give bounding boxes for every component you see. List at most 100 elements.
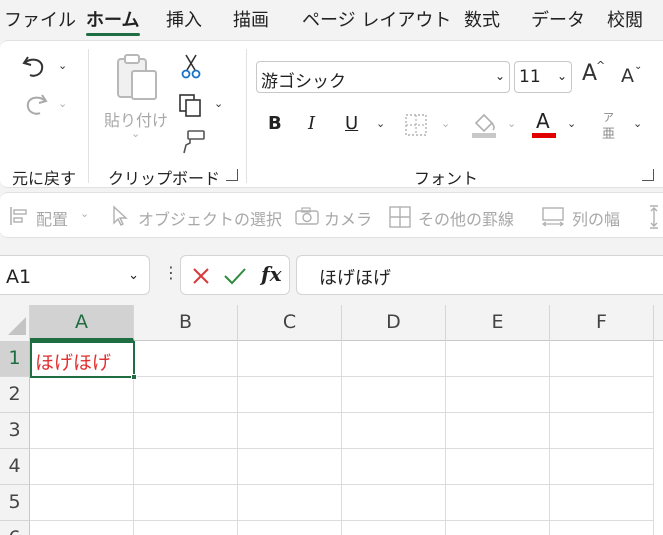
cell-f1[interactable] xyxy=(550,341,654,377)
row-header-5[interactable]: 5 xyxy=(0,485,30,521)
copy-dropdown-chevron-icon[interactable]: ⌄ xyxy=(214,97,223,110)
cell-b6[interactable] xyxy=(134,521,238,535)
fill-color-icon xyxy=(472,113,496,138)
tab-formulas[interactable]: 数式 xyxy=(464,6,500,32)
shrink-font-button[interactable]: A xyxy=(621,65,634,87)
grow-font-button[interactable]: A xyxy=(582,61,597,86)
enter-check-icon[interactable] xyxy=(223,266,247,286)
tab-data[interactable]: データ xyxy=(531,6,585,32)
cell-a6[interactable] xyxy=(30,521,134,535)
cell-c3[interactable] xyxy=(238,413,342,449)
formula-bar-grip-icon[interactable]: ⋮ xyxy=(163,263,179,282)
align-icon xyxy=(10,207,27,225)
cell-d6[interactable] xyxy=(342,521,446,535)
row-header-2[interactable]: 2 xyxy=(0,377,30,413)
paste-icon[interactable] xyxy=(114,53,160,103)
tab-insert[interactable]: 挿入 xyxy=(166,6,202,32)
cell-e2[interactable] xyxy=(446,377,550,413)
name-box[interactable]: A1 ⌄ xyxy=(0,255,150,295)
cell-a2[interactable] xyxy=(30,377,134,413)
cell-b5[interactable] xyxy=(134,485,238,521)
row-height-icon xyxy=(650,205,658,229)
tab-file[interactable]: ファイル xyxy=(4,6,76,32)
cell-d5[interactable] xyxy=(342,485,446,521)
cell-e4[interactable] xyxy=(446,449,550,485)
cell-a3[interactable] xyxy=(30,413,134,449)
cell-a4[interactable] xyxy=(30,449,134,485)
ribbon-tabs: ファイル ホーム 挿入 描画 ページ レイアウト 数式 データ 校閲 xyxy=(0,0,663,38)
tab-draw[interactable]: 描画 xyxy=(233,6,269,32)
insert-function-button[interactable]: fx xyxy=(261,262,282,286)
tab-review[interactable]: 校閲 xyxy=(607,6,643,32)
worksheet-grid[interactable]: A B C D E F 1 2 3 4 5 6 ほげほげ xyxy=(0,305,663,535)
italic-button[interactable]: I xyxy=(308,113,315,134)
cell-c2[interactable] xyxy=(238,377,342,413)
redo-icon xyxy=(26,94,48,115)
underline-chevron-icon[interactable]: ⌄ xyxy=(376,117,385,130)
tab-page-layout[interactable]: ページ レイアウト xyxy=(302,6,451,32)
bold-button[interactable]: B xyxy=(268,113,282,134)
fill-color-chevron-icon: ⌄ xyxy=(507,117,517,130)
row-header-1[interactable]: 1 xyxy=(0,341,30,377)
column-header-f[interactable]: F xyxy=(550,305,654,341)
column-header-b[interactable]: B xyxy=(134,305,238,341)
cell-e3[interactable] xyxy=(446,413,550,449)
cell-d1[interactable] xyxy=(342,341,446,377)
underline-button[interactable]: U xyxy=(345,113,358,134)
paste-dropdown-chevron-icon[interactable]: ⌄ xyxy=(131,127,140,140)
font-size-select[interactable]: 11 ⌄ xyxy=(514,61,572,93)
cell-e6[interactable] xyxy=(446,521,550,535)
font-name-select[interactable]: 游ゴシック ⌄ xyxy=(256,61,510,93)
cell-f4[interactable] xyxy=(550,449,654,485)
select-objects-button: オブジェクトの選択 xyxy=(138,210,283,229)
cell-a5[interactable] xyxy=(30,485,134,521)
undo-dropdown-chevron-icon[interactable]: ⌄ xyxy=(58,59,67,72)
column-header-c[interactable]: C xyxy=(238,305,342,341)
cell-f3[interactable] xyxy=(550,413,654,449)
name-box-chevron-icon[interactable]: ⌄ xyxy=(128,268,139,283)
cell-b4[interactable] xyxy=(134,449,238,485)
fill-handle[interactable] xyxy=(131,374,137,380)
cell-c5[interactable] xyxy=(238,485,342,521)
cancel-icon[interactable] xyxy=(191,266,211,286)
scissors-icon[interactable] xyxy=(180,53,202,79)
tab-home[interactable]: ホーム xyxy=(86,6,139,32)
cell-f5[interactable] xyxy=(550,485,654,521)
formula-value: ほげほげ xyxy=(319,268,391,289)
clipboard-launcher-icon[interactable] xyxy=(226,169,238,181)
cell-f6[interactable] xyxy=(550,521,654,535)
cell-c4[interactable] xyxy=(238,449,342,485)
cell-d4[interactable] xyxy=(342,449,446,485)
formula-input[interactable]: ほげほげ xyxy=(296,255,663,295)
row-header-3[interactable]: 3 xyxy=(0,413,30,449)
cell-e1[interactable] xyxy=(446,341,550,377)
font-launcher-icon[interactable] xyxy=(642,169,654,181)
undo-group-label: 元に戻す xyxy=(12,169,77,188)
cell-c6[interactable] xyxy=(238,521,342,535)
font-color-swatch xyxy=(532,133,556,138)
undo-icon[interactable] xyxy=(20,53,50,81)
cell-a1[interactable]: ほげほげ xyxy=(30,341,135,378)
phonetic-button-bottom: 亜 xyxy=(602,127,616,142)
column-header-d[interactable]: D xyxy=(342,305,446,341)
row-header-6[interactable]: 6 xyxy=(0,521,30,535)
select-all-corner[interactable] xyxy=(0,305,30,341)
font-color-button[interactable]: A xyxy=(536,109,550,133)
cell-b3[interactable] xyxy=(134,413,238,449)
cell-b2[interactable] xyxy=(134,377,238,413)
cell-c1[interactable] xyxy=(238,341,342,377)
format-painter-icon[interactable] xyxy=(180,129,206,155)
column-header-e[interactable]: E xyxy=(446,305,550,341)
cell-d3[interactable] xyxy=(342,413,446,449)
cell-b1[interactable] xyxy=(134,341,238,377)
cell-f2[interactable] xyxy=(550,377,654,413)
copy-icon[interactable] xyxy=(178,93,204,117)
row-header-4[interactable]: 4 xyxy=(0,449,30,485)
select-objects-icon xyxy=(113,205,128,226)
active-tab-indicator xyxy=(86,33,140,36)
column-header-a[interactable]: A xyxy=(30,305,134,341)
cell-e5[interactable] xyxy=(446,485,550,521)
font-color-chevron-icon[interactable]: ⌄ xyxy=(567,117,576,130)
phonetic-chevron-icon[interactable]: ⌄ xyxy=(633,117,642,130)
cell-d2[interactable] xyxy=(342,377,446,413)
